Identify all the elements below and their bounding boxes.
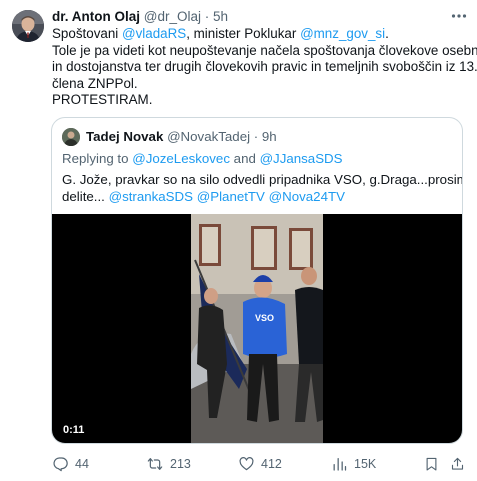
mention-nova24tv[interactable]: @Nova24TV xyxy=(269,189,345,204)
quoted-author-handle[interactable]: @NovakTadej xyxy=(167,129,250,144)
mention-jozeleskovec[interactable]: @JozeLeskovec xyxy=(132,151,230,166)
tweet-header: dr. Anton Olaj @dr_Olaj · 5h xyxy=(52,9,228,25)
quoted-author-avatar[interactable] xyxy=(62,128,80,146)
retweet-button[interactable]: 213 xyxy=(146,455,191,473)
bookmark-icon xyxy=(426,457,437,471)
retweet-count: 213 xyxy=(170,457,191,471)
author-avatar-image xyxy=(12,10,44,42)
author-name[interactable]: dr. Anton Olaj xyxy=(52,9,140,24)
views-count: 15K xyxy=(354,457,377,471)
mention-vladars[interactable]: @vladaRS xyxy=(122,26,186,41)
mention-jjansasds[interactable]: @JJansaSDS xyxy=(260,151,343,166)
retweet-icon xyxy=(147,458,163,470)
like-button[interactable]: 412 xyxy=(238,455,282,473)
views-button[interactable]: 15K xyxy=(331,455,376,473)
quoted-author-name[interactable]: Tadej Novak xyxy=(86,129,163,144)
bookmark-button[interactable] xyxy=(424,455,439,473)
quoted-tweet[interactable]: Tadej Novak @NovakTadej · 9h Replying to… xyxy=(51,117,463,444)
tweet-line-1: Spoštovani @vladaRS, minister Poklukar @… xyxy=(52,26,467,43)
header-separator: · xyxy=(204,9,210,24)
replying-prefix: Replying to xyxy=(62,151,133,166)
tweet-text-part: , minister Poklukar xyxy=(186,26,301,41)
mention-mnz-gov-si[interactable]: @mnz_gov_si xyxy=(300,26,385,41)
action-bar: 44 213 412 15K xyxy=(52,455,467,473)
more-icon[interactable] xyxy=(450,9,468,23)
tweet-line-4: člena ZNPPol. xyxy=(52,75,138,91)
tweet-text-part: . xyxy=(385,26,389,41)
mention-planettv[interactable]: @PlanetTV xyxy=(197,189,265,204)
tweet-time[interactable]: 5h xyxy=(213,9,228,24)
video-still: VSO xyxy=(191,214,323,443)
shirt-text: VSO xyxy=(255,313,274,323)
replying-and: and xyxy=(229,151,260,166)
tweet-text: Spoštovani @vladaRS, minister Poklukar @… xyxy=(52,26,477,109)
heart-icon xyxy=(239,457,254,471)
quoted-line-1: G. Jože, pravkar so na silo odvedli prip… xyxy=(62,172,463,187)
quoted-header: Tadej Novak @NovakTadej · 9h xyxy=(86,129,277,145)
quoted-separator: · xyxy=(253,129,259,144)
tweet-line-5: PROTESTIRAM. xyxy=(52,92,153,108)
like-count: 412 xyxy=(261,457,282,471)
video-frame: VSO xyxy=(191,214,323,443)
quoted-time[interactable]: 9h xyxy=(262,129,277,144)
author-handle[interactable]: @dr_Olaj xyxy=(144,9,201,24)
reply-count: 44 xyxy=(75,457,89,471)
replying-to: Replying to @JozeLeskovec and @JJansaSDS xyxy=(62,151,343,167)
quoted-line-2: delite... @strankaSDS @PlanetTV @Nova24T… xyxy=(62,188,454,205)
video-player[interactable]: VSO 0:11 xyxy=(52,214,462,443)
share-button[interactable] xyxy=(450,455,465,473)
quoted-text-part: delite... xyxy=(62,189,109,204)
tweet-line-2: Tole je pa videti kot neupoštevanje nače… xyxy=(52,42,477,58)
quoted-avatar-image xyxy=(62,128,80,146)
views-icon xyxy=(333,458,347,471)
mention-strankasds[interactable]: @strankaSDS xyxy=(109,189,193,204)
tweet-line-3: in dostojanstva ter drugih človekovih pr… xyxy=(52,59,477,75)
share-icon xyxy=(451,457,464,470)
reply-button[interactable]: 44 xyxy=(52,455,89,473)
tweet-card[interactable]: dr. Anton Olaj @dr_Olaj · 5h Spoštovani … xyxy=(0,0,477,481)
video-duration: 0:11 xyxy=(59,422,89,438)
reply-icon xyxy=(53,457,68,472)
quoted-text: G. Jože, pravkar so na silo odvedli prip… xyxy=(62,171,463,205)
tweet-text-part: Spoštovani xyxy=(52,26,122,41)
author-avatar[interactable] xyxy=(12,10,44,42)
